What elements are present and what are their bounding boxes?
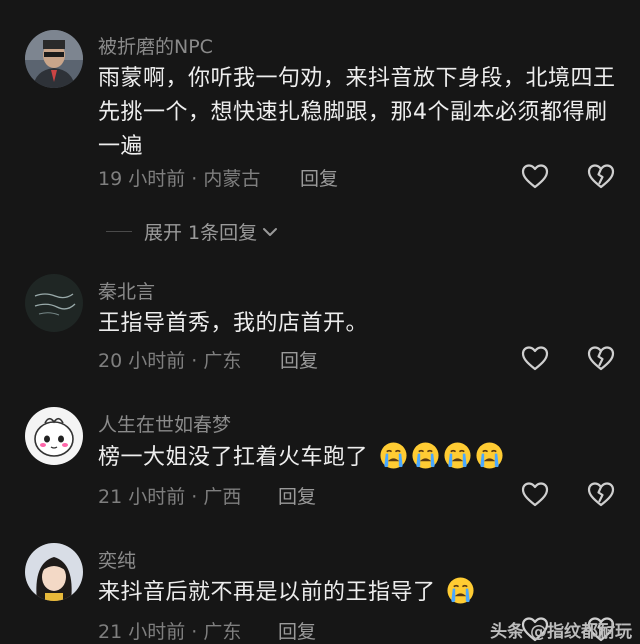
crying-face-emoji <box>411 441 440 470</box>
avatar[interactable] <box>25 407 83 465</box>
comment-meta: 21 小时前 · 广东 <box>98 621 242 643</box>
like-button[interactable] <box>520 343 550 373</box>
reply-button[interactable]: 回复 <box>280 346 318 373</box>
avatar[interactable] <box>25 30 83 88</box>
comment-text: 榜一大姐没了扛着火车跑了 <box>98 441 618 475</box>
avatar[interactable] <box>25 543 83 601</box>
divider <box>106 231 132 232</box>
comment-text: 王指导首秀，我的店首开。 <box>98 311 369 336</box>
like-button[interactable] <box>520 161 550 191</box>
comment-meta: 20 小时前 · 广东 <box>98 350 242 372</box>
expand-replies-button[interactable]: 展开 1条回复 <box>106 218 279 245</box>
dislike-button[interactable] <box>586 479 616 509</box>
crying-face-emoji <box>475 441 504 470</box>
crying-face-emoji <box>446 576 475 605</box>
username[interactable]: 被折磨的NPC <box>98 32 213 59</box>
like-button[interactable] <box>520 479 550 509</box>
avatar[interactable] <box>25 274 83 332</box>
broken-heart-icon <box>587 164 615 189</box>
username[interactable]: 人生在世如春梦 <box>98 410 231 437</box>
comment-meta: 21 小时前 · 广西 <box>98 486 242 508</box>
heart-icon <box>521 482 549 507</box>
crying-face-emoji <box>443 441 472 470</box>
username[interactable]: 奕纯 <box>98 546 136 573</box>
comment-text: 来抖音后就不再是以前的王指导了 <box>98 576 618 610</box>
reply-button[interactable]: 回复 <box>300 164 338 191</box>
heart-icon <box>521 164 549 189</box>
comment-text: 雨蒙啊，你听我一句劝，来抖音放下身段，北境四王先挑一个，想快速扎稳脚跟，那4个副… <box>98 66 616 159</box>
expand-replies-label: 展开 1条回复 <box>144 222 258 244</box>
username[interactable]: 秦北言 <box>98 277 155 304</box>
comment-text-content: 来抖音后就不再是以前的王指导了 <box>98 580 436 605</box>
watermark: 头条 @指纹都耐玩 <box>490 622 632 642</box>
chevron-down-icon <box>263 227 278 236</box>
crying-face-emoji <box>379 441 408 470</box>
reply-button[interactable]: 回复 <box>278 617 316 644</box>
dislike-button[interactable] <box>586 343 616 373</box>
comment-text-content: 榜一大姐没了扛着火车跑了 <box>98 445 369 470</box>
comment-meta: 19 小时前 · 内蒙古 <box>98 168 261 190</box>
broken-heart-icon <box>587 482 615 507</box>
reply-button[interactable]: 回复 <box>278 482 316 509</box>
dislike-button[interactable] <box>586 161 616 191</box>
heart-icon <box>521 346 549 371</box>
broken-heart-icon <box>587 346 615 371</box>
